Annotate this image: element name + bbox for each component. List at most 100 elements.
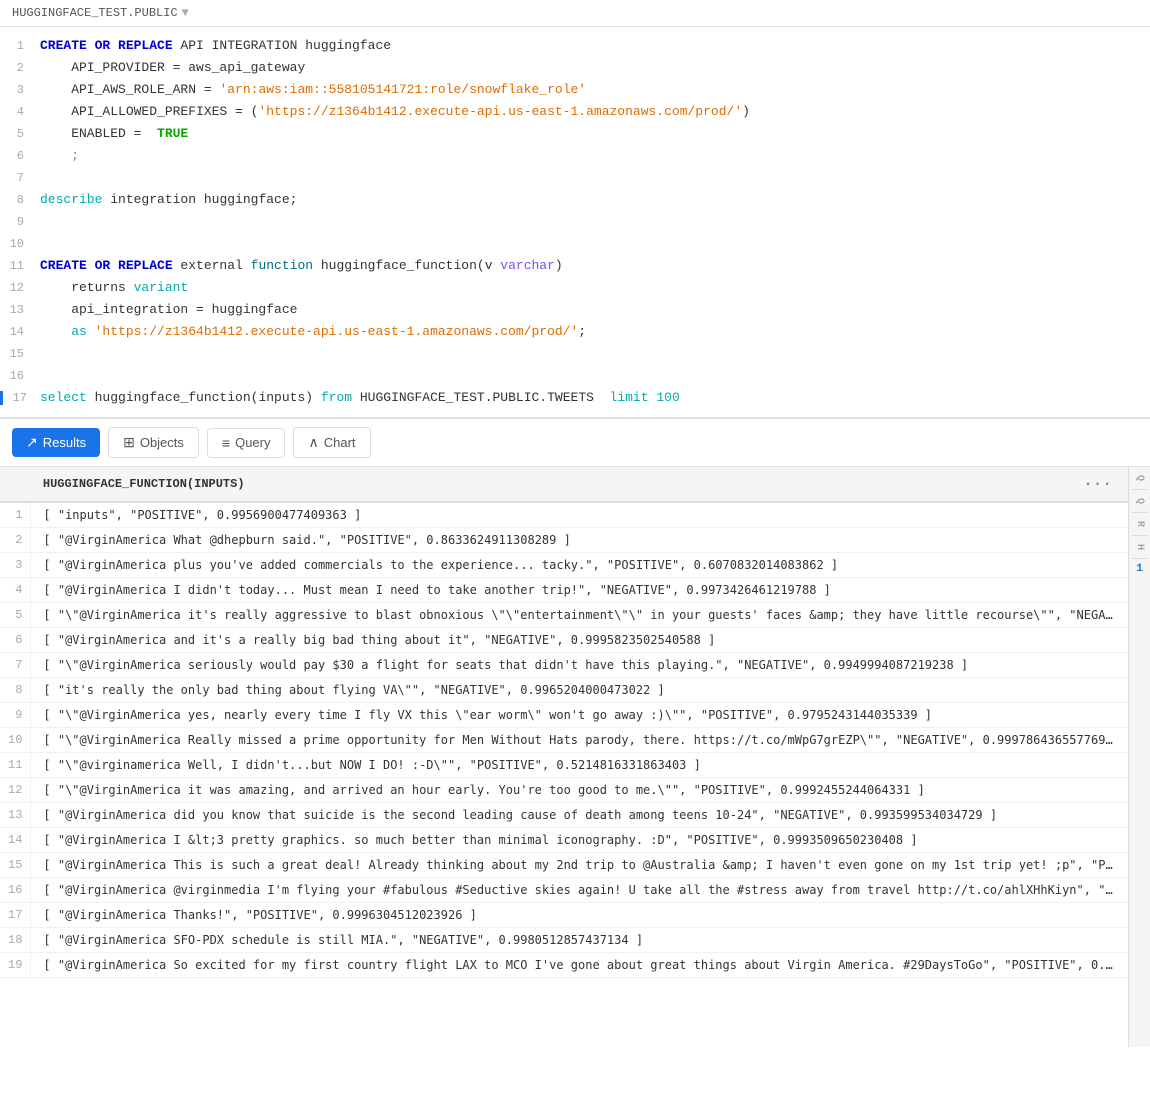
code-content[interactable]: API_AWS_ROLE_ARN = 'arn:aws:iam::5581051… — [40, 80, 1150, 100]
code-content[interactable]: returns variant — [40, 278, 1150, 298]
row-number: 9 — [0, 703, 31, 728]
breadcrumb-path[interactable]: HUGGINGFACE_TEST.PUBLIC — [12, 6, 178, 20]
code-line: 7 — [0, 167, 1150, 189]
row-data: [ "@VirginAmerica Thanks!", "POSITIVE", … — [31, 903, 1128, 928]
code-content[interactable]: as 'https://z1364b1412.execute-api.us-ea… — [40, 322, 1150, 342]
row-data: [ "@VirginAmerica SFO-PDX schedule is st… — [31, 928, 1128, 953]
row-data: [ "@VirginAmerica I didn't today... Must… — [31, 578, 1128, 603]
row-number: 10 — [0, 728, 31, 753]
row-number: 4 — [0, 578, 31, 603]
line-number: 4 — [0, 105, 40, 119]
table-row[interactable]: 9[ "\"@VirginAmerica yes, nearly every t… — [0, 703, 1128, 728]
code-content[interactable]: API_PROVIDER = aws_api_gateway — [40, 58, 1150, 78]
row-data: [ "\"@virginamerica Well, I didn't...but… — [31, 753, 1128, 778]
code-content[interactable]: api_integration = huggingface — [40, 300, 1150, 320]
line-number: 8 — [0, 193, 40, 207]
row-data: [ "\"@VirginAmerica it's really aggressi… — [31, 603, 1128, 628]
breadcrumb-arrow[interactable]: ▼ — [182, 6, 189, 20]
results-area: HUGGINGFACE_FUNCTION(INPUTS) ··· 1[ "inp… — [0, 467, 1150, 1047]
code-line: 8describe integration huggingface; — [0, 189, 1150, 211]
table-row[interactable]: 7[ "\"@VirginAmerica seriously would pay… — [0, 653, 1128, 678]
table-row[interactable]: 8[ "it's really the only bad thing about… — [0, 678, 1128, 703]
code-content[interactable] — [40, 234, 1150, 254]
row-number: 15 — [0, 853, 31, 878]
table-row[interactable]: 4[ "@VirginAmerica I didn't today... Mus… — [0, 578, 1128, 603]
code-content[interactable]: CREATE OR REPLACE external function hugg… — [40, 256, 1150, 276]
code-content[interactable] — [40, 344, 1150, 364]
code-content[interactable] — [40, 168, 1150, 188]
table-row[interactable]: 2[ "@VirginAmerica What @dhepburn said."… — [0, 528, 1128, 553]
tab-chart[interactable]: ∧ Chart — [293, 427, 370, 458]
column-header: HUGGINGFACE_FUNCTION(INPUTS) ··· — [31, 467, 1128, 502]
tab-chart-label: Chart — [324, 435, 356, 450]
code-content[interactable] — [40, 212, 1150, 232]
row-number: 14 — [0, 828, 31, 853]
line-number: 9 — [0, 215, 40, 229]
row-data: [ "@VirginAmerica I &lt;3 pretty graphic… — [31, 828, 1128, 853]
line-number: 7 — [0, 171, 40, 185]
table-row[interactable]: 11[ "\"@virginamerica Well, I didn't...b… — [0, 753, 1128, 778]
code-content[interactable]: select huggingface_function(inputs) from… — [40, 388, 1150, 408]
code-line: 5 ENABLED = TRUE — [0, 123, 1150, 145]
table-row[interactable]: 1[ "inputs", "POSITIVE", 0.9956900477409… — [0, 502, 1128, 528]
code-content[interactable]: describe integration huggingface; — [40, 190, 1150, 210]
tab-results-label: Results — [43, 435, 86, 450]
table-row[interactable]: 14[ "@VirginAmerica I &lt;3 pretty graph… — [0, 828, 1128, 853]
row-data: [ "@VirginAmerica and it's a really big … — [31, 628, 1128, 653]
table-row[interactable]: 10[ "\"@VirginAmerica Really missed a pr… — [0, 728, 1128, 753]
sidebar-q1: Q — [1132, 471, 1147, 485]
row-data: [ "@VirginAmerica plus you've added comm… — [31, 553, 1128, 578]
code-content[interactable] — [40, 366, 1150, 386]
row-data: [ "\"@VirginAmerica yes, nearly every ti… — [31, 703, 1128, 728]
code-line: 3 API_AWS_ROLE_ARN = 'arn:aws:iam::55810… — [0, 79, 1150, 101]
tab-query[interactable]: ≡ Query — [207, 428, 286, 458]
tab-query-label: Query — [235, 435, 270, 450]
row-number: 18 — [0, 928, 31, 953]
tab-objects[interactable]: ⊞ Objects — [108, 427, 199, 458]
results-main[interactable]: HUGGINGFACE_FUNCTION(INPUTS) ··· 1[ "inp… — [0, 467, 1128, 1047]
row-number: 2 — [0, 528, 31, 553]
table-row[interactable]: 18[ "@VirginAmerica SFO-PDX schedule is … — [0, 928, 1128, 953]
results-table: HUGGINGFACE_FUNCTION(INPUTS) ··· 1[ "inp… — [0, 467, 1128, 978]
row-num-header — [0, 467, 31, 502]
code-line: 10 — [0, 233, 1150, 255]
sidebar-sep-3 — [1132, 535, 1148, 536]
row-data: [ "@VirginAmerica This is such a great d… — [31, 853, 1128, 878]
code-content[interactable]: API_ALLOWED_PREFIXES = ('https://z1364b1… — [40, 102, 1150, 122]
row-data: [ "\"@VirginAmerica Really missed a prim… — [31, 728, 1128, 753]
row-data: [ "\"@VirginAmerica seriously would pay … — [31, 653, 1128, 678]
tabs-bar: ↗ Results ⊞ Objects ≡ Query ∧ Chart — [0, 419, 1150, 467]
table-row[interactable]: 13[ "@VirginAmerica did you know that su… — [0, 803, 1128, 828]
table-row[interactable]: 12[ "\"@VirginAmerica it was amazing, an… — [0, 778, 1128, 803]
table-row[interactable]: 5[ "\"@VirginAmerica it's really aggress… — [0, 603, 1128, 628]
row-data: [ "@VirginAmerica @virginmedia I'm flyin… — [31, 878, 1128, 903]
sidebar-r: R — [1132, 517, 1147, 531]
code-content[interactable]: ENABLED = TRUE — [40, 124, 1150, 144]
row-data: [ "\"@VirginAmerica it was amazing, and … — [31, 778, 1128, 803]
table-row[interactable]: 15[ "@VirginAmerica This is such a great… — [0, 853, 1128, 878]
line-number: 6 — [0, 149, 40, 163]
code-line: 14 as 'https://z1364b1412.execute-api.us… — [0, 321, 1150, 343]
code-content[interactable]: CREATE OR REPLACE API INTEGRATION huggin… — [40, 36, 1150, 56]
row-data: [ "it's really the only bad thing about … — [31, 678, 1128, 703]
sidebar-sep-2 — [1132, 512, 1148, 513]
code-content[interactable]: ; — [40, 146, 1150, 166]
table-row[interactable]: 17[ "@VirginAmerica Thanks!", "POSITIVE"… — [0, 903, 1128, 928]
row-number: 11 — [0, 753, 31, 778]
results-sidebar: Q Q R H 1 — [1128, 467, 1150, 1047]
table-row[interactable]: 6[ "@VirginAmerica and it's a really big… — [0, 628, 1128, 653]
table-row[interactable]: 16[ "@VirginAmerica @virginmedia I'm fly… — [0, 878, 1128, 903]
code-editor[interactable]: 1CREATE OR REPLACE API INTEGRATION huggi… — [0, 27, 1150, 419]
column-header-label: HUGGINGFACE_FUNCTION(INPUTS) — [43, 477, 245, 491]
column-more-button[interactable]: ··· — [1079, 475, 1116, 493]
code-line: 4 API_ALLOWED_PREFIXES = ('https://z1364… — [0, 101, 1150, 123]
sidebar-active-num[interactable]: 1 — [1136, 563, 1143, 575]
row-number: 12 — [0, 778, 31, 803]
table-row[interactable]: 19[ "@VirginAmerica So excited for my fi… — [0, 953, 1128, 978]
tab-results[interactable]: ↗ Results — [12, 428, 100, 457]
row-number: 19 — [0, 953, 31, 978]
row-data: [ "@VirginAmerica What @dhepburn said.",… — [31, 528, 1128, 553]
table-row[interactable]: 3[ "@VirginAmerica plus you've added com… — [0, 553, 1128, 578]
row-number: 17 — [0, 903, 31, 928]
row-number: 1 — [0, 502, 31, 528]
